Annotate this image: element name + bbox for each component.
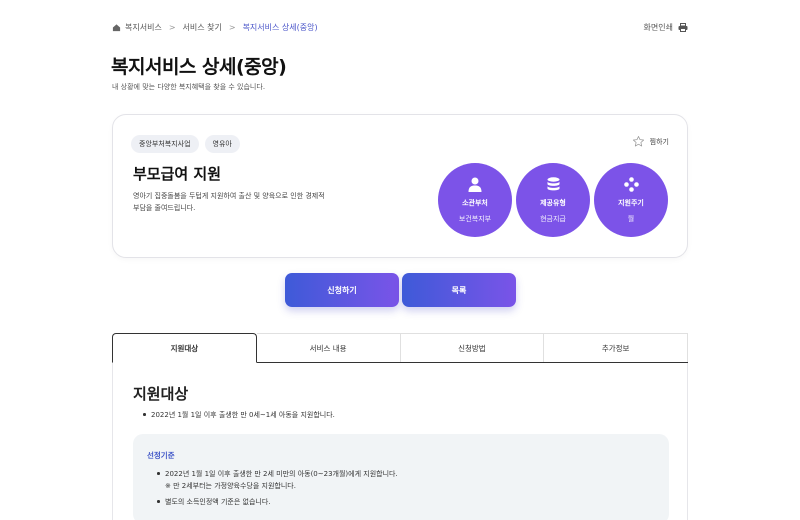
print-label: 화면인쇄 [643,23,673,32]
tag-target: 영유아 [204,135,240,153]
criteria-item: 2022년 1월 1일 이후 출생한 만 2세 미만의 아동(0~23개월)에게… [157,470,398,478]
tab-eligibility[interactable]: 지원대상 [112,333,257,363]
info-department-label: 소관부처 [462,198,488,207]
info-provision-type-label: 제공유형 [540,198,566,207]
home-icon[interactable] [112,23,121,32]
tab-how-to-apply[interactable]: 신청방법 [400,333,545,362]
page-description: 내 상황에 맞는 다양한 복지혜택을 찾을 수 있습니다. [112,83,266,91]
print-button[interactable]: 화면인쇄 [644,22,688,33]
tab-panel-eligibility: 지원대상 2022년 1월 1일 이후 출생한 만 0세~1세 아동을 지원합니… [112,363,688,520]
tag-category: 중앙부처복지사업 [131,135,199,153]
apply-button[interactable]: 신청하기 [285,273,399,307]
service-description: 영아기 집중돌봄을 두텁게 지원하여 출산 및 양육으로 인한 경제적 부담을 … [133,192,325,212]
breadcrumb-item-home[interactable]: 복지서비스 [125,22,162,33]
eligibility-bullet: 2022년 1월 1일 이후 출생한 만 0세~1세 아동을 지원합니다. [143,411,335,419]
favorite-button[interactable]: 찜하기 [632,135,669,148]
breadcrumb: 복지서비스 > 서비스 찾기 > 복지서비스 상세(중앙) [112,22,318,33]
service-info-group: 소관부처 보건복지부 제공유형 현금지급 지원주기 월 [438,163,668,237]
tab-additional-info[interactable]: 추가정보 [544,333,688,362]
printer-icon [678,23,688,32]
criteria-note: ※ 만 2세부터는 가정양육수당을 지원합니다. [165,482,296,490]
diamond-dots-icon [623,177,639,192]
info-provision-type-value: 현금지급 [540,214,566,223]
info-support-cycle-value: 월 [627,214,635,223]
info-department-value: 보건복지부 [458,214,492,223]
info-support-cycle: 지원주기 월 [594,163,668,237]
criteria-title: 선정기준 [147,451,175,460]
criteria-box: 선정기준 2022년 1월 1일 이후 출생한 만 2세 미만의 아동(0~23… [133,434,669,520]
person-icon [468,177,482,192]
action-buttons: 신청하기 목록 [285,273,516,307]
section-title: 지원대상 [130,385,192,403]
breadcrumb-item-current[interactable]: 복지서비스 상세(중앙) [243,22,318,33]
info-department: 소관부처 보건복지부 [438,163,512,237]
service-summary-card: 중앙부처복지사업 영유아 찜하기 부모급여 지원 영아기 집중돌봄을 두텁게 지… [112,114,688,258]
info-provision-type: 제공유형 현금지급 [516,163,590,237]
list-button[interactable]: 목록 [402,273,516,307]
info-support-cycle-label: 지원주기 [618,198,644,207]
breadcrumb-item-find[interactable]: 서비스 찾기 [183,22,222,33]
criteria-item: 별도의 소득인정액 기준은 없습니다. [157,498,271,506]
coins-icon [547,176,559,190]
page-title: 복지서비스 상세(중앙) [111,56,287,78]
chevron-right-icon: > [168,23,176,32]
tab-service-content[interactable]: 서비스 내용 [256,333,401,362]
star-icon [632,135,644,147]
tag-list: 중앙부처복지사업 영유아 [131,135,240,153]
favorite-label: 찜하기 [649,137,669,146]
detail-tabs: 지원대상 서비스 내용 신청방법 추가정보 [112,333,688,363]
service-name: 부모급여 지원 [133,165,222,183]
chevron-right-icon: > [228,23,236,32]
